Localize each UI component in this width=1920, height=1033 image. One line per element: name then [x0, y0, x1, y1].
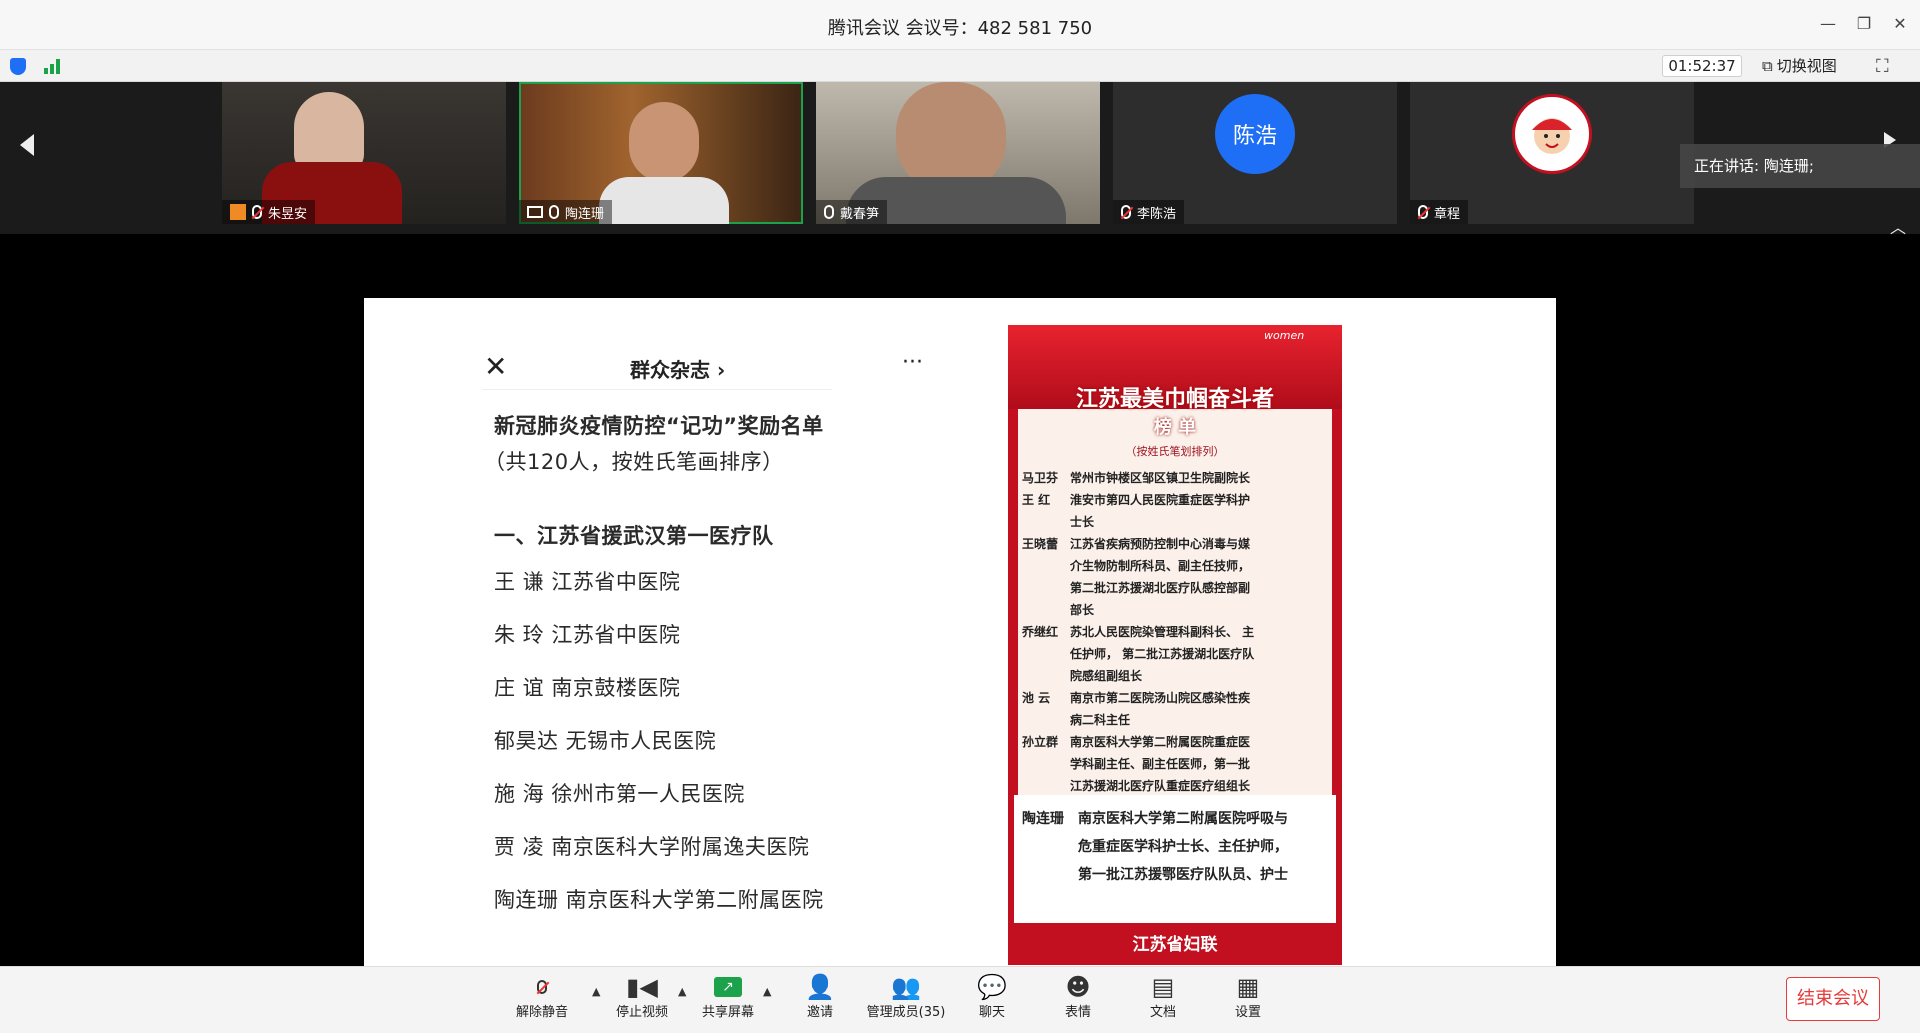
close-icon[interactable]: ✕: [1890, 14, 1910, 33]
poster-entry: 乔继红 苏北人民医院染管理科副科长、 主任护师， 第二批江苏援湖北医疗队 院感组副…: [1022, 625, 1255, 683]
prev-page-icon[interactable]: [20, 134, 34, 156]
poster-entry: 池 云 南京市第二医院汤山院区感染性疾 病二科主任: [1022, 691, 1251, 727]
signal-icon[interactable]: [44, 59, 62, 74]
more-icon[interactable]: ···: [902, 350, 923, 375]
participant-tile[interactable]: 章程: [1410, 82, 1694, 224]
mic-muted-icon: [1121, 205, 1131, 219]
participant-tile[interactable]: 陈浩 李陈浩: [1113, 82, 1397, 224]
article-header: ✕ 群众杂志 › ···: [482, 350, 923, 390]
docs-button[interactable]: ▤ 文档: [1143, 973, 1183, 1029]
article-source[interactable]: 群众杂志 ›: [630, 354, 725, 383]
article-section: 一、江苏省援武汉第一医疗队: [494, 524, 774, 548]
list-item: 施 海 徐州市第一人民医院: [494, 782, 745, 806]
mic-icon: [549, 205, 559, 219]
emoji-button[interactable]: ☻ 表情: [1058, 973, 1098, 1029]
video-feed: [294, 92, 364, 172]
participant-name: 陶连珊: [565, 206, 605, 222]
video-feed: [896, 82, 1006, 192]
meeting-timer: 01:52:37: [1662, 55, 1742, 77]
window-title: 腾讯会议 会议号：482 581 750: [827, 18, 1093, 39]
participant-tile[interactable]: 陶连珊: [519, 82, 803, 224]
camera-icon: ▮◀: [626, 973, 658, 1001]
participant-tile[interactable]: 戴春笋: [816, 82, 1100, 224]
screen-share-icon: [527, 206, 543, 218]
collapse-icon[interactable]: ︿: [1890, 214, 1906, 238]
share-screen-icon: ↗: [713, 973, 743, 1001]
brand-logo: women: [1264, 329, 1305, 342]
mic-muted-icon: [252, 205, 262, 219]
unmute-button[interactable]: 解除静音: [514, 973, 570, 1029]
speaking-indicator: 正在讲话: 陶连珊;: [1680, 144, 1920, 188]
shared-screen: ✕ 群众杂志 › ··· 新冠肺炎疫情防控“记功”奖励名单 （共120人，按姓氏…: [364, 298, 1556, 966]
stop-video-button[interactable]: ▮◀ 停止视频: [612, 973, 672, 1029]
restore-icon[interactable]: ❐: [1854, 14, 1874, 33]
shield-icon[interactable]: [10, 58, 26, 75]
list-item: 王 谦 江苏省中医院: [494, 570, 681, 594]
poster-title: 江苏最美巾帼奋斗者: [1075, 387, 1274, 412]
participant-name: 章程: [1434, 206, 1461, 222]
poster-subtitle: 榜 单: [1153, 417, 1197, 438]
participant-name: 李陈浩: [1137, 206, 1177, 222]
minimize-icon[interactable]: —: [1818, 14, 1838, 33]
participant-tile[interactable]: 朱昱安: [222, 82, 506, 224]
poster-note: （按姓氏笔划排列）: [1125, 445, 1225, 458]
list-item: 郁昊达 无锡市人民医院: [494, 729, 717, 753]
cartoon-avatar-icon: [1532, 118, 1572, 154]
audio-options-caret[interactable]: ▲: [592, 985, 600, 998]
avatar: 陈浩: [1215, 94, 1295, 174]
poster-entry: 王晓蕾 江苏省疾病预防控制中心消毒与媒 介生物防制所科员、副主任技师， 第二批江苏援…: [1022, 537, 1251, 617]
poster-highlight-entry: 陶连珊 南京医科大学第二附属医院呼吸与 危重症医学科护士长、主任护师， 第一批江苏援…: [1008, 795, 1342, 923]
avatar: [1512, 94, 1592, 174]
members-icon: 👥: [891, 973, 921, 1001]
poster-image: women 江苏最美巾帼奋斗者 榜 单 （按姓氏笔划排列） 马卫芬 常州市钟楼区…: [1008, 325, 1342, 965]
mic-icon: [824, 205, 834, 219]
mic-muted-icon: [527, 973, 557, 1001]
close-icon[interactable]: ✕: [484, 352, 507, 382]
manage-members-button[interactable]: 👥 管理成员(35): [864, 973, 948, 1029]
share-screen-button[interactable]: ↗ 共享屏幕: [698, 973, 758, 1029]
participant-name: 朱昱安: [268, 206, 308, 222]
article-subheading: （共120人，按姓氏笔画排序）: [484, 450, 784, 474]
video-options-caret[interactable]: ▲: [678, 985, 686, 998]
poster-entry: 孙立群 南京医科大学第二附属医院重症医 学科副主任、副主任医师，第一批 江苏援湖北医…: [1022, 735, 1251, 793]
grid-settings-icon: ▦: [1236, 973, 1260, 1001]
add-user-icon: 👤: [805, 973, 835, 1001]
settings-button[interactable]: ▦ 设置: [1228, 973, 1268, 1029]
poster-footer: 江苏省妇联: [1132, 935, 1218, 955]
switch-view-label: 切换视图: [1776, 57, 1837, 75]
participant-strip: 朱昱安 陶连珊 戴春笋 陈浩 李陈浩 章程 正在讲话: 陶连珊; ︿: [0, 82, 1920, 237]
list-item: 陶连珊 南京医科大学第二附属医院: [494, 888, 824, 912]
user-icon: [230, 204, 246, 220]
title-bar: 腾讯会议 会议号：482 581 750 — ❐ ✕: [0, 0, 1920, 50]
article-heading: 新冠肺炎疫情防控“记功”奖励名单: [494, 414, 824, 438]
chat-button[interactable]: 💬 聊天: [972, 973, 1012, 1029]
switch-view-button[interactable]: ⧉ 切换视图: [1762, 55, 1837, 77]
chat-icon: 💬: [977, 973, 1007, 1001]
video-feed: [629, 102, 699, 182]
end-meeting-button[interactable]: 结束会议: [1786, 977, 1880, 1021]
mic-muted-icon: [1418, 205, 1428, 219]
document-icon: ▤: [1151, 973, 1175, 1001]
poster-entry: 王 红 淮安市第四人民医院重症医学科护 士长: [1022, 493, 1251, 529]
meeting-toolbar: 解除静音 ▲ ▮◀ 停止视频 ▲ ↗ 共享屏幕 ▲ 👤 邀请 👥 管理成员(35…: [0, 966, 1920, 1033]
list-item: 朱 玲 江苏省中医院: [494, 623, 681, 647]
share-options-caret[interactable]: ▲: [763, 985, 771, 998]
grid-icon: ⧉: [1762, 57, 1773, 75]
poster-entry: 马卫芬 常州市钟楼区邹区镇卫生院副院长: [1022, 471, 1251, 485]
fullscreen-icon[interactable]: ⛶: [1876, 56, 1896, 77]
smiley-icon: ☻: [1065, 973, 1091, 1001]
list-item: 庄 谊 南京鼓楼医院: [494, 676, 681, 700]
participant-name: 戴春笋: [840, 206, 880, 222]
status-bar: 01:52:37 ⧉ 切换视图 ⛶: [0, 50, 1920, 82]
invite-button[interactable]: 👤 邀请: [800, 973, 840, 1029]
list-item: 贾 凌 南京医科大学附属逸夫医院: [494, 835, 810, 859]
